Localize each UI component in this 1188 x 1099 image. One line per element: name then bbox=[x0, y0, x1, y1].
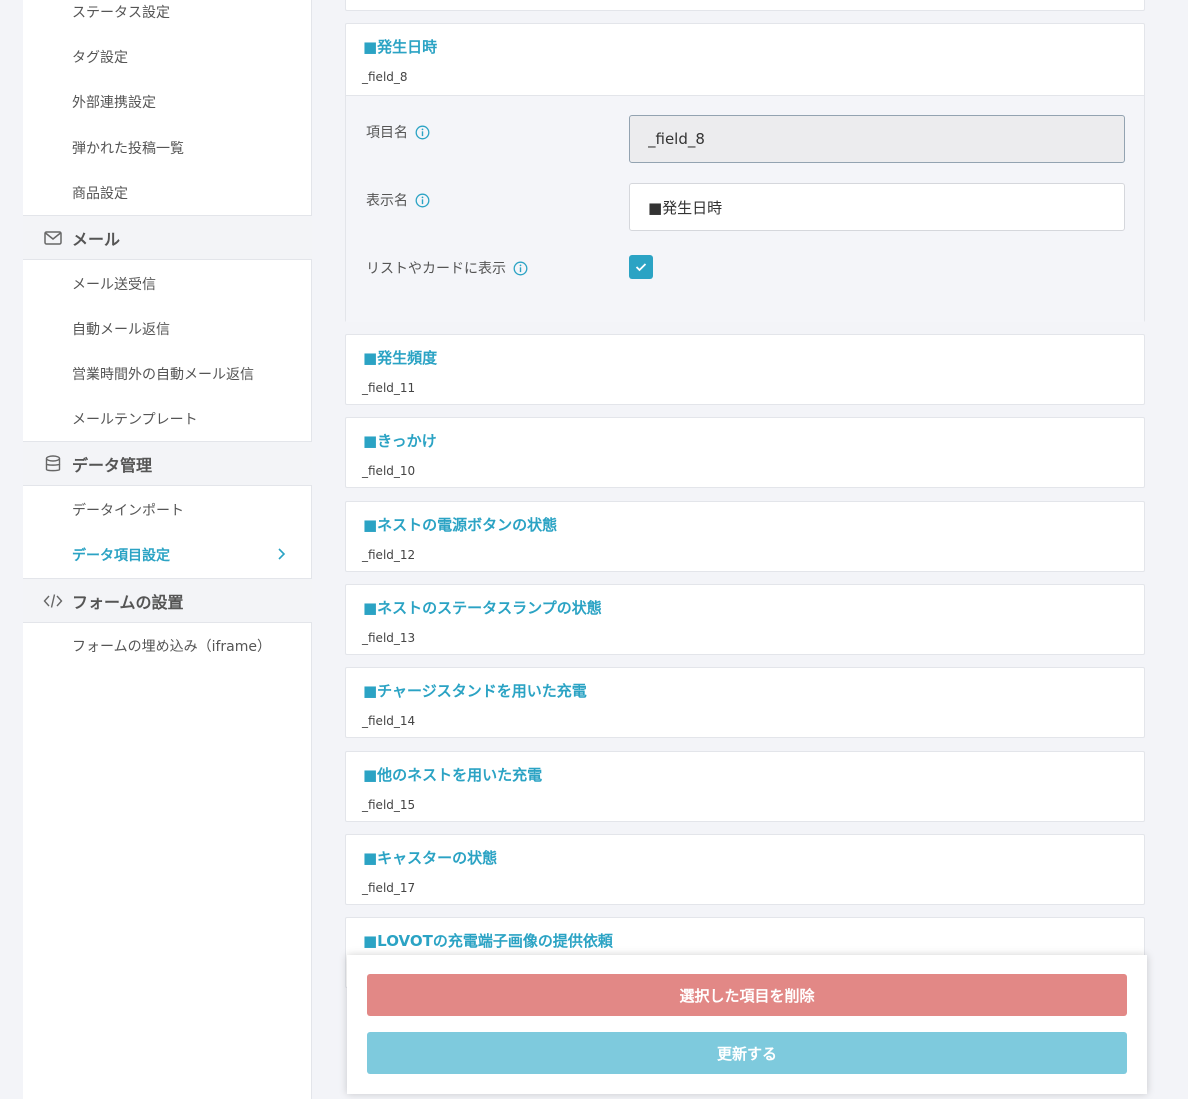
sidebar-item-after-hours-reply[interactable]: 営業時間外の自動メール返信 bbox=[23, 351, 312, 396]
sidebar-item-status-settings[interactable]: ステータス設定 bbox=[23, 0, 312, 34]
sidebar-item-form-embed[interactable]: フォームの埋め込み（iframe） bbox=[23, 623, 312, 668]
show-in-list-checkbox[interactable] bbox=[629, 255, 653, 279]
sidebar-item-label: メールテンプレート bbox=[72, 411, 198, 428]
field-card-title[interactable]: ■きっかけ bbox=[363, 430, 437, 451]
check-icon bbox=[635, 263, 647, 272]
delete-selected-button[interactable]: 選択した項目を削除 bbox=[367, 974, 1127, 1016]
field-card[interactable]: ■他のネストを用いた充電 _field_15 bbox=[345, 751, 1145, 822]
update-button[interactable]: 更新する bbox=[367, 1032, 1127, 1074]
field-card-title[interactable]: ■発生頻度 bbox=[363, 347, 437, 368]
sidebar-section-title: データ管理 bbox=[72, 455, 153, 475]
sidebar-item-label: データインポート bbox=[72, 502, 184, 519]
field-card[interactable]: ■ネストのステータスランプの状態 _field_13 bbox=[345, 584, 1145, 655]
field-card-key: _field_12 bbox=[362, 548, 416, 562]
code-icon bbox=[43, 591, 63, 611]
sidebar-section-title: フォームの設置 bbox=[72, 592, 184, 612]
sidebar-item-rejected-posts[interactable]: 弾かれた投稿一覧 bbox=[23, 125, 312, 170]
sidebar-item-label: ステータス設定 bbox=[72, 4, 170, 21]
sidebar-section-data: データ管理 bbox=[23, 441, 312, 486]
sidebar-section-form: フォームの設置 bbox=[23, 578, 312, 623]
field-card-key: _field_15 bbox=[362, 798, 416, 812]
sidebar-section-title: メール bbox=[72, 229, 121, 249]
field-card[interactable]: ■きっかけ _field_10 bbox=[345, 417, 1145, 488]
sidebar-item-data-field-settings[interactable]: データ項目設定 bbox=[23, 532, 312, 577]
item-name-label: 項目名 bbox=[366, 122, 430, 142]
field-card-key: _field_10 bbox=[362, 464, 416, 478]
field-detail-panel: 項目名 表示名 リストやカードに表示 bbox=[346, 95, 1144, 322]
sidebar-item-label: タグ設定 bbox=[72, 49, 128, 66]
field-card-key: _field_13 bbox=[362, 631, 416, 645]
field-card[interactable]: ■発生頻度 _field_11 bbox=[345, 334, 1145, 405]
sidebar-item-product-settings[interactable]: 商品設定 bbox=[23, 170, 312, 215]
info-icon[interactable] bbox=[415, 193, 430, 208]
sidebar-item-mail-inbox[interactable]: メール送受信 bbox=[23, 261, 312, 306]
sidebar-item-label: 自動メール返信 bbox=[72, 321, 170, 338]
scrollbar-track[interactable] bbox=[1176, 0, 1188, 1099]
field-card-key: _field_11 bbox=[362, 381, 416, 395]
show-in-list-label: リストやカードに表示 bbox=[366, 258, 528, 278]
field-card-title[interactable]: ■キャスターの状態 bbox=[363, 847, 497, 868]
info-icon[interactable] bbox=[415, 125, 430, 140]
sidebar-item-integration-settings[interactable]: 外部連携設定 bbox=[23, 79, 312, 124]
show-in-list-label-text: リストやカードに表示 bbox=[366, 261, 506, 277]
sidebar-item-label: 商品設定 bbox=[72, 185, 128, 202]
item-name-label-text: 項目名 bbox=[366, 125, 408, 141]
sidebar-item-label: 外部連携設定 bbox=[72, 94, 156, 111]
field-card-previous[interactable] bbox=[345, 0, 1145, 11]
sidebar-item-auto-reply[interactable]: 自動メール返信 bbox=[23, 306, 312, 351]
field-card-title[interactable]: ■他のネストを用いた充電 bbox=[363, 764, 542, 785]
sidebar-item-label: フォームの埋め込み（iframe） bbox=[72, 638, 271, 655]
field-card-title[interactable]: ■LOVOTの充電端子画像の提供依頼 bbox=[363, 930, 613, 951]
action-bar: 選択した項目を削除 更新する bbox=[347, 955, 1147, 1094]
database-icon bbox=[43, 454, 63, 474]
sidebar-item-label: 営業時間外の自動メール返信 bbox=[72, 366, 254, 383]
sidebar-section-mail: メール bbox=[23, 215, 312, 260]
info-icon[interactable] bbox=[513, 261, 528, 276]
display-name-label: 表示名 bbox=[366, 190, 430, 210]
sidebar-item-mail-templates[interactable]: メールテンプレート bbox=[23, 396, 312, 441]
field-card[interactable]: ■ネストの電源ボタンの状態 _field_12 bbox=[345, 501, 1145, 572]
field-card[interactable]: ■チャージスタンドを用いた充電 _field_14 bbox=[345, 667, 1145, 738]
field-card-key: _field_17 bbox=[362, 881, 416, 895]
sidebar-item-tag-settings[interactable]: タグ設定 bbox=[23, 34, 312, 79]
sidebar-item-label: データ項目設定 bbox=[72, 547, 170, 564]
sidebar-item-label: 弾かれた投稿一覧 bbox=[72, 140, 184, 157]
item-name-input[interactable] bbox=[629, 115, 1125, 163]
sidebar: ステータス設定 タグ設定 外部連携設定 弾かれた投稿一覧 商品設定 メール メー… bbox=[23, 0, 312, 1099]
field-card[interactable]: ■キャスターの状態 _field_17 bbox=[345, 834, 1145, 905]
display-name-input[interactable] bbox=[629, 183, 1125, 231]
mail-icon bbox=[43, 228, 63, 248]
field-card-expanded[interactable]: ■発生日時 _field_8 項目名 表示名 リストやカードに表示 bbox=[345, 23, 1145, 322]
field-card-key: _field_8 bbox=[362, 70, 408, 84]
field-card-title[interactable]: ■ネストのステータスランプの状態 bbox=[363, 597, 602, 618]
field-card-title[interactable]: ■ネストの電源ボタンの状態 bbox=[363, 514, 557, 535]
sidebar-item-data-import[interactable]: データインポート bbox=[23, 487, 312, 532]
display-name-label-text: 表示名 bbox=[366, 193, 408, 209]
sidebar-item-label: メール送受信 bbox=[72, 276, 156, 293]
field-card-key: _field_14 bbox=[362, 714, 416, 728]
field-card-title[interactable]: ■発生日時 bbox=[363, 36, 437, 57]
field-card-title[interactable]: ■チャージスタンドを用いた充電 bbox=[363, 680, 587, 701]
chevron-right-icon bbox=[277, 547, 286, 561]
